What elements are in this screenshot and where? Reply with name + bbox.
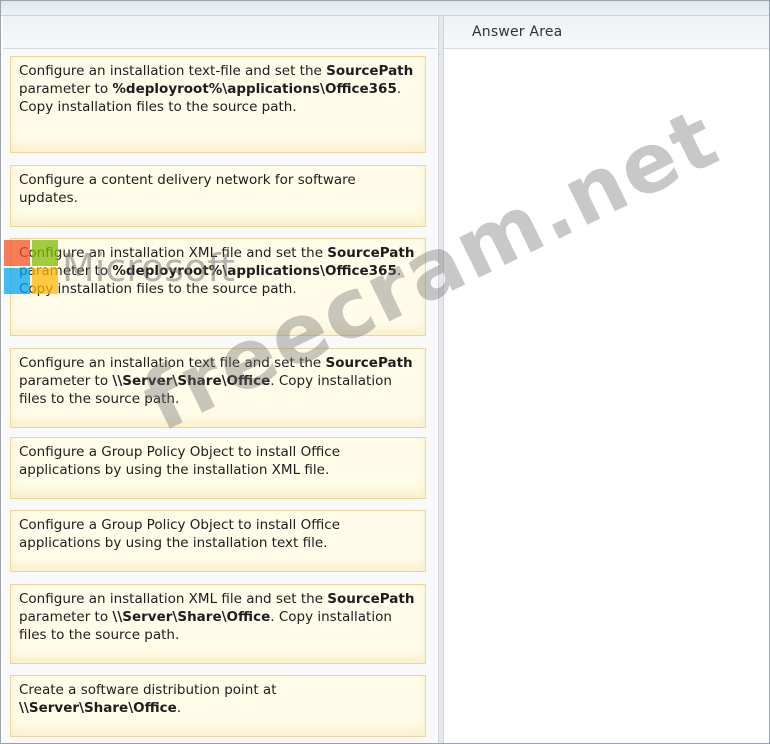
card-bold-text: %deployroot%\applications\Office365 xyxy=(112,81,397,97)
option-card-6[interactable]: Configure a Group Policy Object to insta… xyxy=(10,510,426,572)
card-text: parameter to xyxy=(19,373,113,389)
answer-area-title: Answer Area xyxy=(472,24,563,40)
card-bold-text: \\Server\Share\Office xyxy=(19,700,177,716)
options-panel: Configure an installation text-file and … xyxy=(3,49,437,743)
card-text: Configure an installation XML file and s… xyxy=(19,591,328,607)
card-text: Configure an installation text-file and … xyxy=(19,63,327,79)
card-text: Configure an installation text file and … xyxy=(19,355,326,371)
option-card-7[interactable]: Configure an installation XML file and s… xyxy=(10,584,426,664)
card-text: Configure an installation XML file and s… xyxy=(19,245,328,261)
card-bold-text: SourcePath xyxy=(327,245,415,261)
card-text: . xyxy=(176,700,182,716)
card-text: Configure a content delivery network for… xyxy=(19,172,356,206)
option-card-3[interactable]: Configure an installation XML file and s… xyxy=(10,238,426,336)
card-bold-text: %deployroot%\applications\Office365 xyxy=(112,263,397,279)
option-card-1[interactable]: Configure an installation text-file and … xyxy=(10,56,426,153)
card-bold-text: \\Server\Share\Office xyxy=(112,609,271,625)
option-card-4[interactable]: Configure an installation text file and … xyxy=(10,348,426,428)
card-bold-text: \\Server\Share\Office xyxy=(112,373,271,389)
card-text: Configure a Group Policy Object to insta… xyxy=(19,444,341,478)
card-text: parameter to xyxy=(19,81,113,97)
card-bold-text: SourcePath xyxy=(325,355,413,371)
card-text: Create a software distribution point at xyxy=(19,682,277,698)
card-text: parameter to xyxy=(19,609,113,625)
options-header xyxy=(3,16,437,49)
drag-drop-window: Answer Area Configure an installation te… xyxy=(0,0,770,744)
answer-area-header: Answer Area xyxy=(444,16,769,49)
option-card-5[interactable]: Configure a Group Policy Object to insta… xyxy=(10,437,426,499)
card-bold-text: SourcePath xyxy=(327,591,415,607)
answer-area-dropzone[interactable] xyxy=(444,49,769,743)
card-text: Configure a Group Policy Object to insta… xyxy=(19,517,341,551)
card-text: parameter to xyxy=(19,263,113,279)
option-card-8[interactable]: Create a software distribution point at … xyxy=(10,675,426,737)
title-bar xyxy=(1,1,769,16)
option-card-2[interactable]: Configure a content delivery network for… xyxy=(10,165,426,227)
card-bold-text: SourcePath xyxy=(326,63,414,79)
